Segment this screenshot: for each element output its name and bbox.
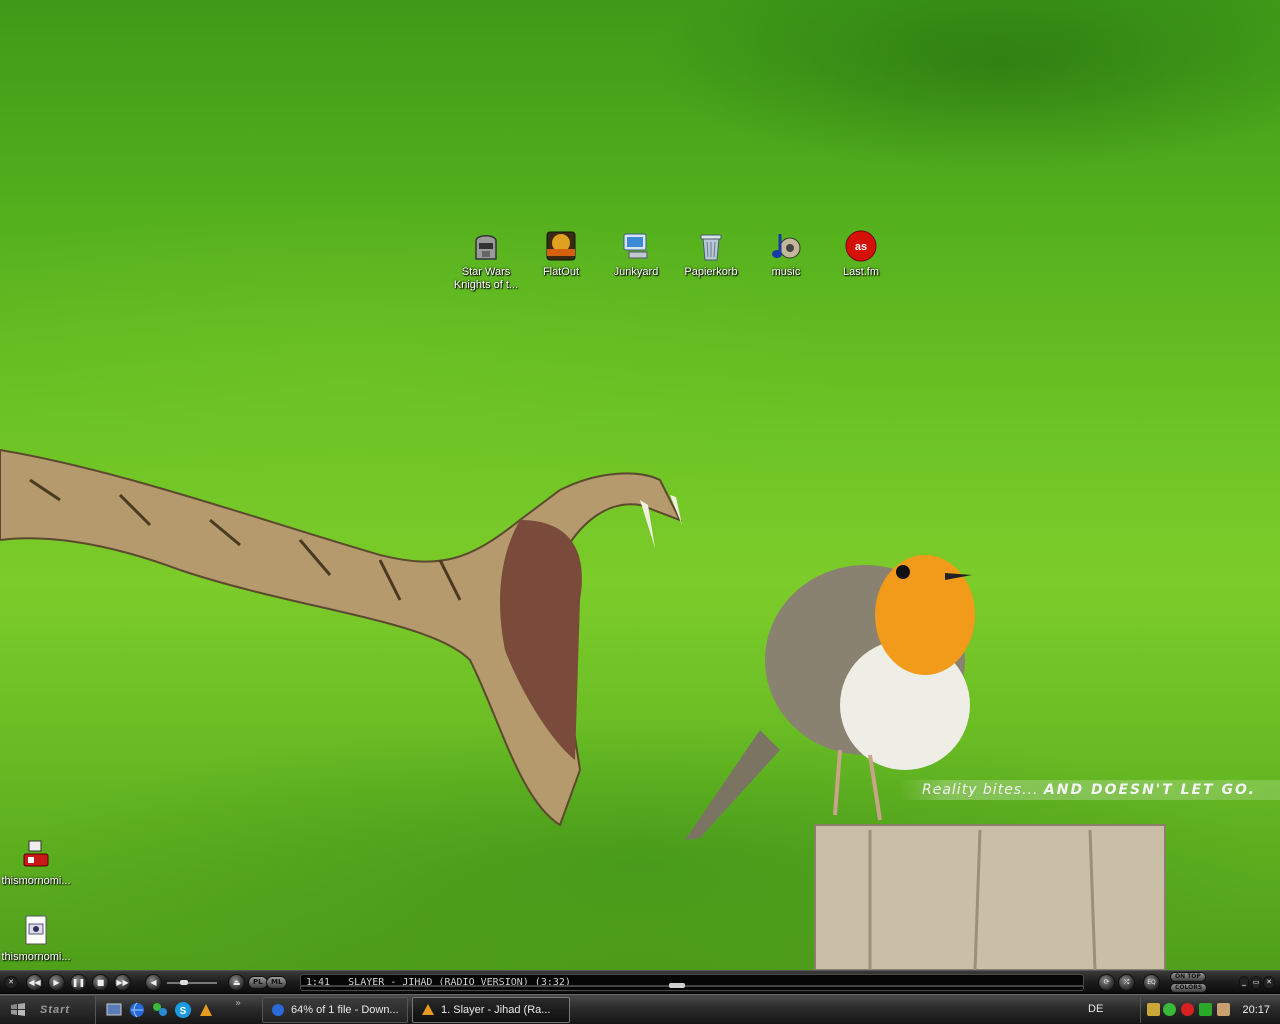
tray-hardware-icon[interactable] — [1199, 1003, 1212, 1016]
stop-button[interactable]: ■ — [92, 974, 109, 991]
desktop-icon-label: thismornomi... — [1, 875, 71, 887]
clock[interactable]: 20:17 — [1242, 1004, 1270, 1016]
eject-button[interactable]: ⏏ — [228, 974, 245, 991]
track-display: 1:41 SLAYER - JIHAD (RADIO VERSION) (3:3… — [300, 974, 1084, 991]
volume-icon: ◀ — [145, 974, 162, 991]
browser-globe-icon[interactable] — [128, 1001, 146, 1019]
wallpaper-art — [0, 448, 1166, 970]
wallpaper-slogan: Reality bites... AND DOESN'T LET GO. — [900, 780, 1280, 800]
on-top-toggle[interactable]: ON TOP — [1170, 972, 1206, 982]
winamp-quicklaunch-icon[interactable] — [197, 1001, 215, 1019]
svg-text:S: S — [180, 1006, 187, 1017]
pause-button[interactable]: ❚❚ — [70, 974, 87, 991]
tray-tool-icon[interactable] — [1217, 1003, 1230, 1016]
quicklaunch-overflow-icon[interactable]: » — [235, 998, 241, 1009]
desktop-icon-label: Papierkorb — [684, 266, 738, 278]
playlist-button[interactable]: PL — [248, 976, 268, 989]
computer-icon — [623, 233, 648, 259]
desktop-icon-label: thismornomi... — [1, 951, 71, 963]
winamp-icon — [422, 1004, 434, 1015]
desktop-icon-label: FlatOut — [542, 266, 580, 278]
task-download[interactable]: 64% of 1 file - Down... — [262, 997, 408, 1023]
volume-slider-knob[interactable] — [179, 980, 188, 985]
tray-messenger-icon[interactable] — [1163, 1003, 1176, 1016]
skype-icon[interactable]: S — [174, 1001, 192, 1019]
svg-text:as: as — [855, 241, 867, 253]
winamp-close-icon[interactable]: ✕ — [4, 976, 18, 989]
wooden-post — [814, 824, 1166, 970]
show-desktop-icon[interactable] — [105, 1001, 123, 1019]
start-button[interactable]: Start — [0, 996, 96, 1024]
system-tray: 20:17 — [1140, 997, 1280, 1023]
language-indicator[interactable]: DE — [1088, 1003, 1103, 1015]
desktop-icon-star-wars[interactable]: Star Wars Knights of t... — [448, 229, 524, 292]
desktop-icon-label: Last.fm — [842, 266, 880, 278]
equalizer-button[interactable]: EQ — [1143, 974, 1160, 991]
desktop-icon-document[interactable]: thismornomi... — [0, 914, 74, 964]
desktop-wallpaper: Star Wars Knights of t... FlatOut Junkya… — [0, 0, 1280, 970]
desktop-icon-junkyard[interactable]: Junkyard — [598, 229, 674, 279]
desktop-icon-label: Star Wars Knights of t... — [453, 266, 519, 291]
taskbar: Start S » 64% of 1 file - Down... 1. Sla… — [0, 994, 1280, 1024]
desktop-icon-lastfm[interactable]: as Last.fm — [823, 229, 899, 279]
flatout-game-icon — [546, 231, 576, 261]
task-label: 64% of 1 file - Down... — [291, 1004, 399, 1016]
repeat-button[interactable]: ⟳ — [1098, 974, 1115, 991]
robin-eye — [896, 565, 910, 579]
tray-antivirus-icon[interactable] — [1181, 1003, 1194, 1016]
maximize-icon[interactable]: ▭ — [1251, 976, 1261, 989]
play-button[interactable]: ▶ — [48, 974, 65, 991]
task-label: 1. Slayer - Jihad (Ra... — [441, 1004, 551, 1016]
game-helmet-icon — [475, 235, 497, 260]
lastfm-icon: as — [845, 230, 877, 262]
desktop-icon-installer[interactable]: thismornomi... — [0, 838, 74, 888]
music-note-icon — [772, 234, 801, 259]
colors-toggle[interactable]: COLORS — [1170, 983, 1208, 993]
start-label: Start — [40, 1004, 71, 1016]
next-button[interactable]: ▶▶ — [114, 974, 131, 991]
recycle-bin-icon — [700, 234, 722, 261]
media-library-button[interactable]: ML — [266, 976, 288, 989]
slogan-light: Reality bites... — [922, 782, 1039, 798]
windows-flag-icon — [11, 1003, 25, 1016]
minimize-icon[interactable]: _ — [1239, 976, 1249, 989]
desktop-icon-papierkorb[interactable]: Papierkorb — [673, 229, 749, 279]
winamp-player-bar: ✕ ◀◀ ▶ ❚❚ ■ ▶▶ ◀ ⏏ PL ML 1:41 SLAYER - J… — [0, 970, 1280, 994]
volume-slider[interactable] — [167, 980, 217, 985]
tray-network-icon[interactable] — [1147, 1003, 1160, 1016]
desktop-icon-flatout[interactable]: FlatOut — [523, 229, 599, 279]
previous-button[interactable]: ◀◀ — [26, 974, 43, 991]
close-icon[interactable]: ✕ — [1263, 976, 1275, 989]
desktop-icon-music[interactable]: music — [748, 229, 824, 279]
task-winamp[interactable]: 1. Slayer - Jihad (Ra... — [412, 997, 570, 1023]
robin-breast — [875, 555, 975, 675]
robin-tail — [685, 730, 780, 840]
seek-bar-knob[interactable] — [668, 983, 685, 988]
desktop-icon-label: Junkyard — [613, 266, 659, 278]
seek-bar[interactable] — [300, 983, 1084, 988]
messenger-icon[interactable] — [151, 1001, 169, 1019]
shuffle-button[interactable]: ⤮ — [1118, 974, 1135, 991]
document-icon — [25, 915, 47, 945]
desktop-icon-label: music — [771, 266, 801, 278]
installer-icon — [23, 840, 49, 867]
slogan-bold: AND DOESN'T LET GO. — [1043, 782, 1256, 798]
download-globe-icon — [272, 1004, 284, 1016]
